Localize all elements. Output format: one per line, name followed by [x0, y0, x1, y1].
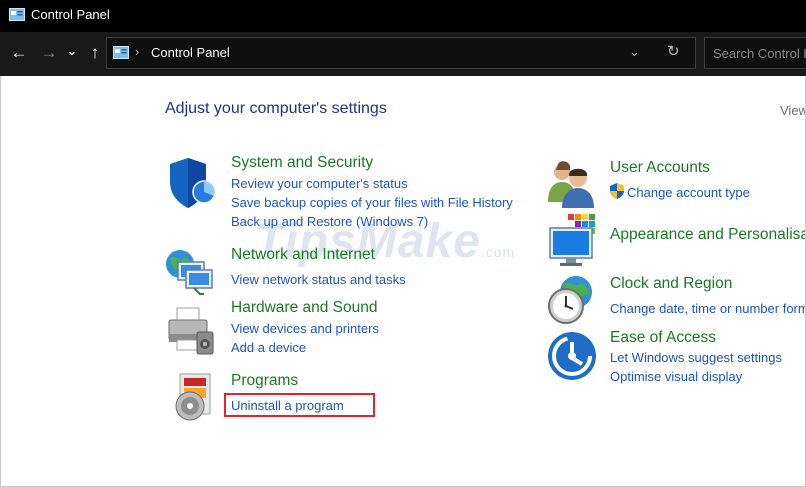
clock-globe-icon — [548, 276, 592, 324]
refresh-button[interactable]: ↻ — [667, 42, 680, 60]
forward-button[interactable]: → — [38, 42, 60, 64]
link-devices-printers[interactable]: View devices and printers — [231, 321, 379, 336]
link-network-status[interactable]: View network status and tasks — [231, 272, 406, 287]
appearance-icon — [549, 214, 595, 266]
control-panel-icon — [113, 46, 129, 59]
uac-shield-icon — [610, 183, 624, 199]
link-file-history[interactable]: Save backup copies of your files with Fi… — [231, 195, 513, 210]
category-network-internet[interactable]: Network and Internet — [231, 246, 375, 264]
category-hardware-sound[interactable]: Hardware and Sound — [231, 299, 378, 317]
printer-icon — [168, 307, 214, 355]
link-review-status[interactable]: Review your computer's status — [231, 176, 408, 191]
ease-of-access-icon — [548, 332, 596, 380]
link-windows-suggest[interactable]: Let Windows suggest settings — [610, 350, 782, 365]
breadcrumb-separator[interactable]: › — [135, 44, 139, 59]
category-user-accounts[interactable]: User Accounts — [610, 159, 710, 177]
navigation-bar: ← → ⌄ ↑ › Control Panel ⌄ ↻ — [0, 32, 806, 76]
window-title: Control Panel — [31, 7, 110, 22]
link-optimise-display[interactable]: Optimise visual display — [610, 369, 742, 384]
shield-icon — [170, 158, 216, 208]
address-dropdown-button[interactable]: ⌄ — [629, 44, 640, 60]
page-title: Adjust your computer's settings — [165, 100, 387, 117]
link-add-device[interactable]: Add a device — [231, 340, 306, 355]
address-bar[interactable]: › Control Panel ⌄ ↻ — [106, 37, 696, 69]
title-bar: Control Panel — [0, 0, 806, 32]
breadcrumb-control-panel[interactable]: Control Panel — [151, 45, 230, 60]
category-programs[interactable]: Programs — [231, 372, 298, 390]
network-icon — [166, 250, 213, 295]
recent-locations-button[interactable]: ⌄ — [64, 40, 80, 62]
category-ease-of-access[interactable]: Ease of Access — [610, 329, 716, 347]
category-clock-region[interactable]: Clock and Region — [610, 275, 732, 293]
search-box[interactable] — [704, 37, 806, 69]
up-button[interactable]: ↑ — [84, 42, 106, 64]
user-accounts-icon — [548, 161, 594, 208]
watermark-tld: .com — [480, 244, 516, 260]
view-by-label[interactable]: View by: — [780, 103, 806, 118]
highlight-box — [224, 393, 375, 417]
category-system-security[interactable]: System and Security — [231, 154, 373, 172]
back-button[interactable]: ← — [8, 42, 30, 64]
link-change-account-type[interactable]: Change account type — [627, 185, 750, 200]
control-panel-icon — [9, 8, 25, 21]
link-backup-restore[interactable]: Back up and Restore (Windows 7) — [231, 214, 428, 229]
category-appearance-personalisation[interactable]: Appearance and Personalisation — [610, 226, 806, 244]
content-area: Adjust your computer's settings View by:… — [0, 76, 806, 487]
search-input[interactable] — [705, 38, 806, 68]
programs-disc-icon — [175, 373, 211, 421]
link-change-date-time[interactable]: Change date, time or number formats — [610, 301, 806, 316]
